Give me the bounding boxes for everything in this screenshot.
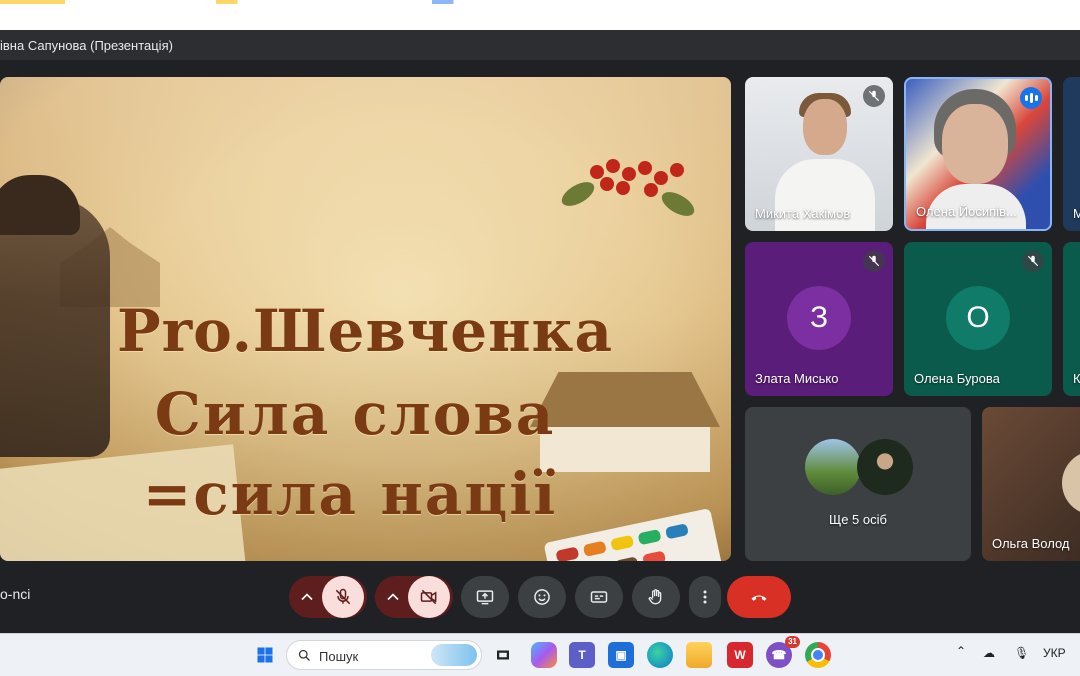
participant-tile[interactable]: Микита Хакімов: [745, 77, 893, 231]
captions-icon: [590, 591, 608, 603]
participant-name: Олена Йосипів...: [916, 204, 1017, 219]
viber-badge: 31: [785, 636, 800, 648]
avatar: З: [787, 286, 851, 350]
presentation-titlebar: івна Сапунова (Презентація): [0, 30, 1080, 60]
windows-start-icon[interactable]: [252, 642, 278, 668]
emoji-icon: [534, 589, 550, 605]
participant-tile[interactable]: К: [1063, 242, 1080, 396]
more-participants-label: Ще 5 осіб: [829, 512, 887, 527]
raise-hand-button[interactable]: [632, 576, 680, 618]
leave-call-button[interactable]: [727, 576, 791, 618]
hand-icon: [648, 589, 662, 605]
more-vert-icon: [703, 590, 707, 604]
browser-top-strip: [0, 0, 1080, 31]
meeting-code: o-nci: [0, 586, 31, 602]
slide-title-line-3: =сила нації: [142, 460, 558, 528]
mic-control-group[interactable]: [289, 576, 367, 618]
captions-button[interactable]: [575, 576, 623, 618]
speaking-indicator-icon: [1020, 87, 1042, 109]
avatar: [1062, 451, 1080, 515]
camera-control-group[interactable]: [375, 576, 453, 618]
os-taskbar: Пошук T ▣ W ☎ 31 ⌃ ☁ 🎙 УКР: [0, 633, 1080, 676]
slide-title-line-1: Pro.Шевченка: [116, 297, 614, 365]
end-call-icon: [751, 595, 767, 601]
present-screen-icon: [476, 590, 494, 605]
more-options-button[interactable]: [689, 576, 721, 618]
avatar: О: [946, 286, 1010, 350]
chevron-up-icon[interactable]: [292, 576, 322, 618]
chrome-icon[interactable]: [805, 642, 831, 668]
participant-tile[interactable]: З Злата Мисько: [745, 242, 893, 396]
mic-off-icon: [863, 250, 885, 272]
slide-title-line-2: Сила слова: [154, 380, 556, 448]
taskbar-search[interactable]: Пошук: [286, 640, 482, 670]
camera-off-icon: [420, 589, 437, 605]
participant-tile[interactable]: Ольга Волод: [982, 407, 1080, 561]
microphone-icon[interactable]: 🎙: [1014, 646, 1029, 660]
avatar: [857, 439, 913, 495]
mic-off-button[interactable]: [322, 576, 364, 618]
copilot-icon[interactable]: [531, 642, 557, 668]
mic-off-icon: [1022, 250, 1044, 272]
viber-icon[interactable]: ☎ 31: [766, 636, 800, 668]
participant-tile[interactable]: О Олена Бурова: [904, 242, 1052, 396]
camera-off-button[interactable]: [408, 576, 450, 618]
onedrive-icon[interactable]: ☁: [983, 646, 995, 660]
participant-name: Ольга Волод: [992, 536, 1070, 551]
viburnum-illustration: [557, 155, 710, 225]
participant-name: Олена Бурова: [914, 371, 1000, 386]
more-participants-tile[interactable]: Ще 5 осіб: [745, 407, 971, 561]
edge-icon[interactable]: [647, 642, 673, 668]
participant-name: Злата Мисько: [755, 371, 839, 386]
file-explorer-icon[interactable]: [686, 642, 712, 668]
teams-icon[interactable]: T: [569, 642, 595, 668]
present-screen-button[interactable]: [461, 576, 509, 618]
input-language[interactable]: УКР: [1043, 646, 1066, 660]
show-hidden-icons-icon[interactable]: ⌃: [956, 644, 966, 658]
mic-off-icon: [863, 85, 885, 107]
search-placeholder: Пошук: [319, 649, 359, 664]
search-icon: [298, 649, 310, 661]
task-view-icon[interactable]: [490, 642, 516, 668]
chevron-up-icon[interactable]: [378, 576, 408, 618]
reactions-button[interactable]: [518, 576, 566, 618]
microsoft-store-icon[interactable]: ▣: [608, 642, 634, 668]
participant-name: М: [1073, 206, 1080, 221]
participant-name: К: [1073, 371, 1080, 386]
avatar: [805, 439, 861, 495]
mic-off-icon: [335, 588, 351, 605]
shared-presentation: Pro.Шевченка Сила слова =сила нації: [0, 77, 731, 561]
participant-name: Микита Хакімов: [755, 206, 851, 221]
wps-office-icon[interactable]: W: [727, 642, 753, 668]
participant-tile[interactable]: Олена Йосипів...: [904, 77, 1052, 231]
presenter-title: івна Сапунова (Презентація): [0, 38, 173, 53]
participant-tile[interactable]: М: [1063, 77, 1080, 231]
